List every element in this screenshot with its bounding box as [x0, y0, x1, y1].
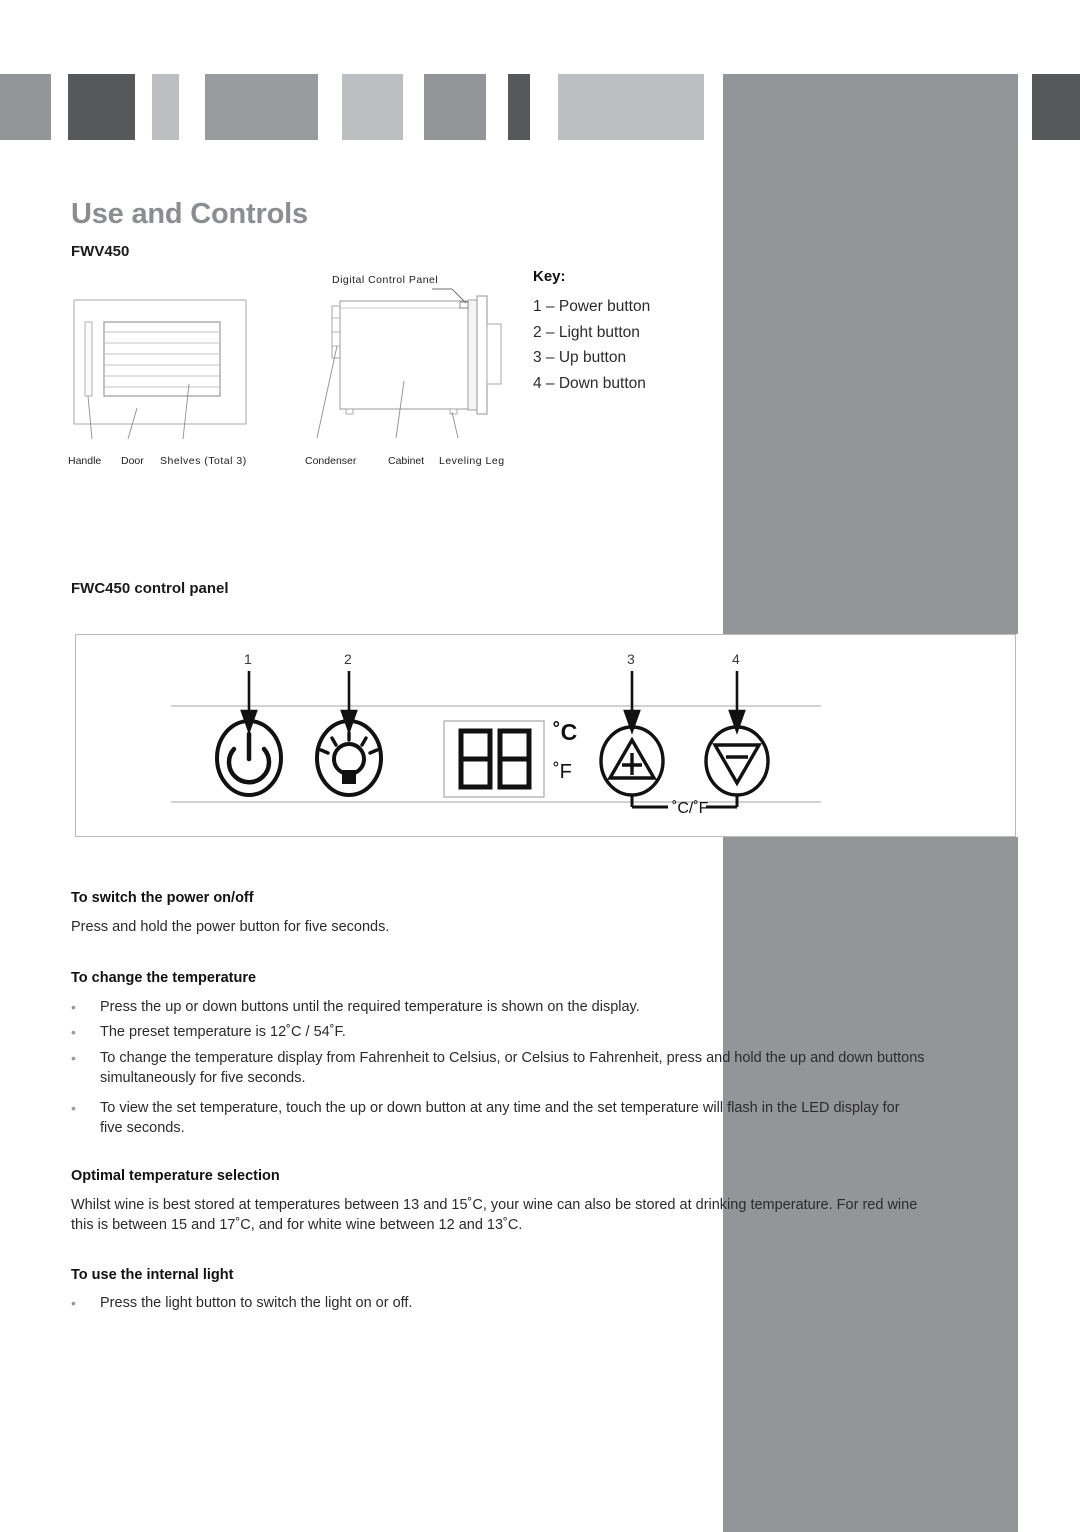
callout-number-1: 1	[244, 651, 252, 667]
section-heading-temperature: To change the temperature	[71, 970, 257, 986]
bullet-dot: •	[71, 1100, 76, 1116]
bullet-text: The preset temperature is 12˚C / 54˚F.	[100, 1024, 346, 1040]
header-bar-6	[424, 74, 486, 140]
side-view-diagram	[300, 286, 515, 446]
header-bar-5	[342, 74, 403, 140]
header-bar-1	[0, 74, 51, 140]
callout-number-4: 4	[732, 651, 740, 667]
control-panel-heading: FWC450 control panel	[71, 580, 229, 597]
bullet-item: • Press the up or down buttons until the…	[71, 997, 931, 1017]
bullet-text: To view the set temperature, touch the u…	[100, 1100, 900, 1136]
unit-toggle-label: ˚C/˚F	[672, 800, 709, 817]
section-heading-power: To switch the power on/off	[71, 890, 254, 906]
bullet-item: • To view the set temperature, touch the…	[71, 1098, 921, 1138]
bullet-text: Press the up or down buttons until the r…	[100, 999, 640, 1015]
grey-column-upper	[723, 74, 1018, 634]
section-paragraph-power: Press and hold the power button for five…	[71, 919, 390, 935]
power-button-glyph	[215, 719, 283, 797]
down-button-glyph	[704, 725, 770, 797]
page-title: Use and Controls	[71, 198, 308, 230]
grey-column-lower	[723, 837, 1018, 1532]
control-panel-svg: ˚C ˚F ˚C/˚F	[171, 671, 821, 817]
section-paragraph-optimal: Whilst wine is best stored at temperatur…	[71, 1197, 918, 1233]
section-heading-light: To use the internal light	[71, 1267, 234, 1283]
celsius-unit-label: ˚C	[553, 719, 577, 745]
key-legend: Key: 1 – Power button 2 – Light button 3…	[533, 268, 650, 396]
side-label-condenser: Condenser	[305, 455, 357, 467]
light-button-glyph	[315, 719, 383, 797]
header-bar-4	[205, 74, 318, 140]
front-label-handle: Handle	[68, 455, 102, 467]
bullet-text: Press the light button to switch the lig…	[100, 1295, 413, 1311]
front-label-shelves: Shelves (Total 3)	[160, 455, 247, 467]
front-label-door: Door	[121, 455, 144, 467]
bullet-item: • To change the temperature display from…	[71, 1048, 931, 1088]
key-item-down: 4 – Down button	[533, 374, 646, 392]
key-item-power: 1 – Power button	[533, 298, 651, 315]
key-item-light: 2 – Light button	[533, 323, 640, 341]
bullet-dot: •	[71, 1050, 76, 1066]
model-heading: FWV450	[71, 243, 130, 260]
led-display	[443, 720, 545, 798]
bullet-text: To change the temperature display from F…	[100, 1050, 925, 1086]
bullet-dot: •	[71, 1024, 76, 1040]
header-bar-3	[152, 74, 179, 140]
key-item-up: 3 – Up button	[533, 349, 627, 366]
bullet-item: • Press the light button to switch the l…	[71, 1293, 771, 1313]
key-title: Key:	[533, 268, 566, 285]
side-label-digital-control-panel: Digital Control Panel	[332, 274, 439, 286]
section-heading-optimal: Optimal temperature selection	[71, 1168, 280, 1184]
header-bar-2	[68, 74, 135, 140]
bullet-item: • The preset temperature is 12˚C / 54˚F.	[71, 1022, 931, 1042]
fahrenheit-unit-label: ˚F	[553, 761, 572, 783]
callout-number-3: 3	[627, 651, 635, 667]
header-bar-8	[558, 74, 704, 140]
side-label-leveling-leg: Leveling Leg	[439, 455, 505, 467]
document-page: Use and Controls FWV450 Handle Door Shel…	[0, 0, 1080, 1532]
side-label-cabinet: Cabinet	[388, 455, 425, 467]
header-bar-7	[508, 74, 530, 140]
up-button-glyph	[599, 725, 665, 797]
bullet-dot: •	[71, 1295, 76, 1311]
bullet-dot: •	[71, 999, 76, 1015]
front-view-diagram	[70, 296, 255, 446]
callout-number-2: 2	[344, 651, 352, 667]
header-bar-9	[1032, 74, 1080, 140]
control-panel-diagram: ˚C ˚F ˚C/˚F	[75, 634, 1016, 837]
